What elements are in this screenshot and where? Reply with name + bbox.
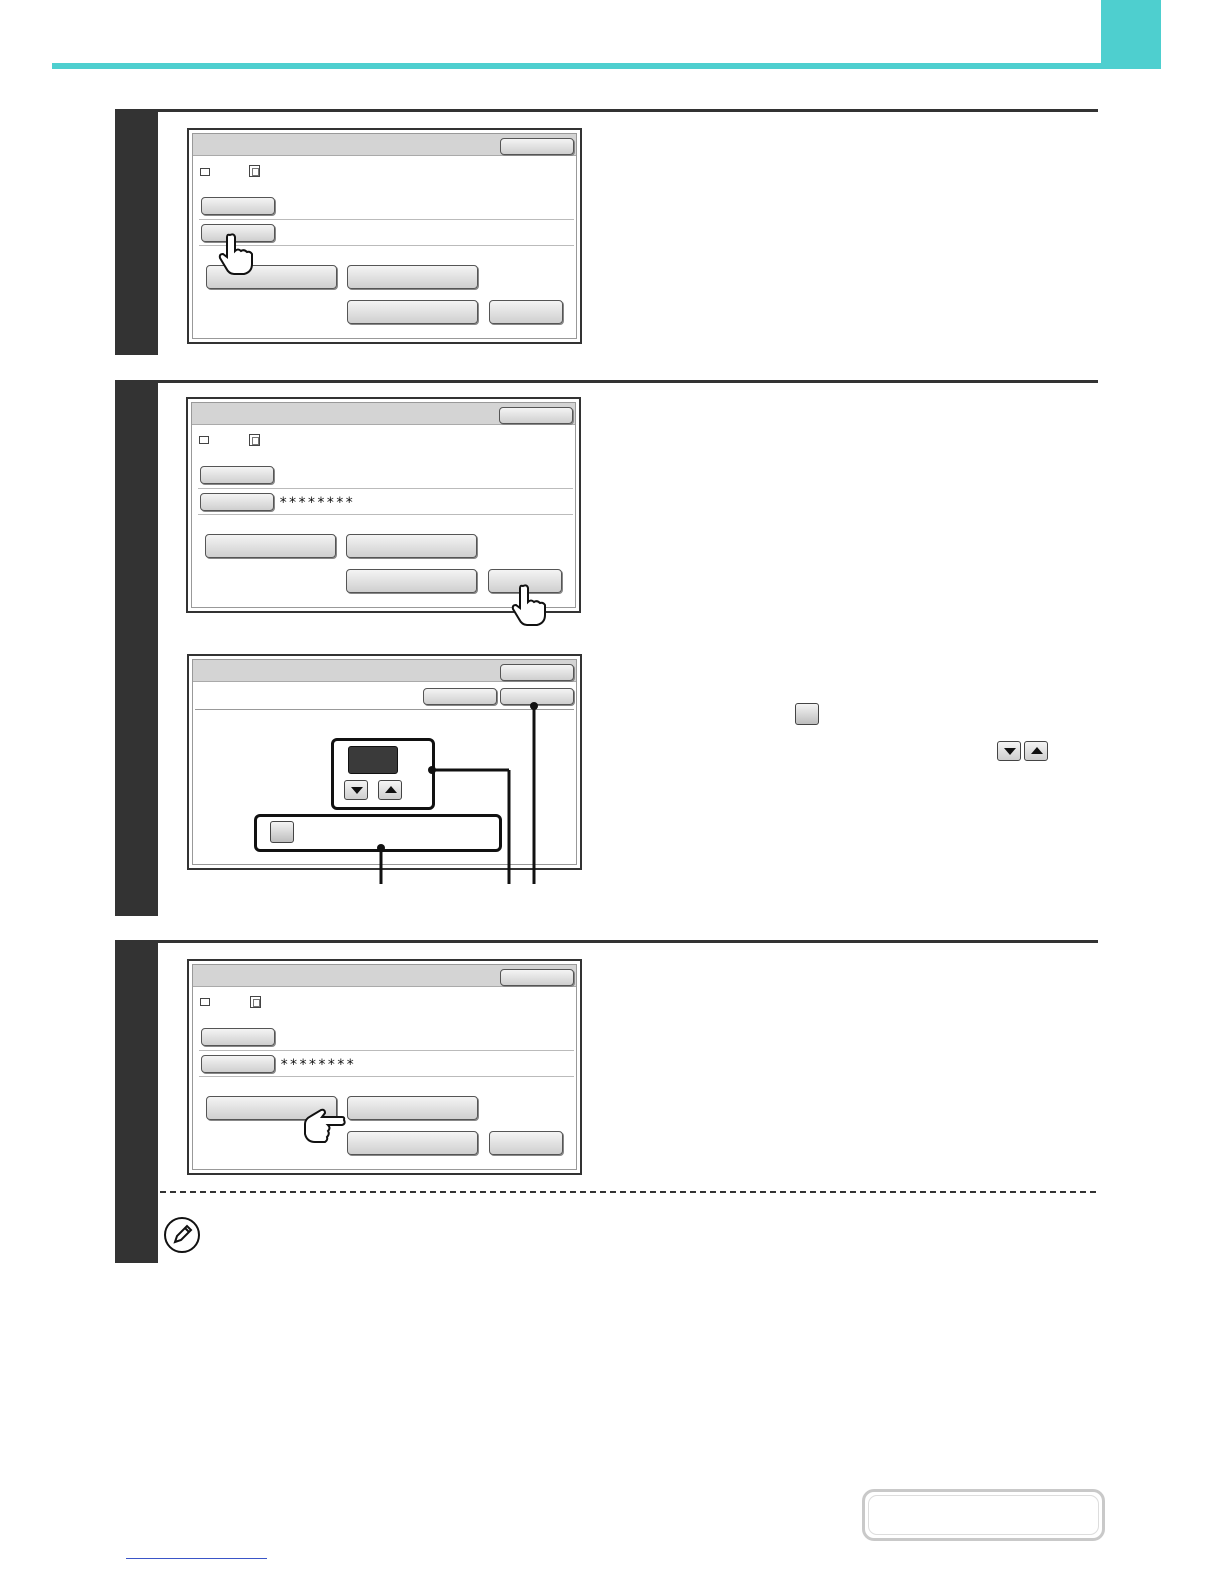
user-name-button[interactable] — [201, 197, 275, 215]
pencil-note-icon — [164, 1217, 200, 1253]
header-accent-line — [52, 63, 1161, 69]
contents-button[interactable] — [862, 1489, 1105, 1541]
step-2-rule — [115, 380, 1098, 383]
user-name-button[interactable] — [200, 466, 274, 484]
document-icon — [249, 434, 260, 446]
user-name-button[interactable] — [201, 1028, 275, 1046]
title-bar-button[interactable] — [499, 407, 573, 424]
folder-icon — [199, 436, 209, 444]
arrow-up-icon — [1024, 741, 1048, 761]
step-3-rule — [115, 940, 1098, 943]
action-button-3[interactable] — [346, 569, 477, 593]
note-divider — [160, 1191, 1096, 1193]
step-1-rule — [115, 109, 1098, 112]
action-button-1[interactable] — [205, 534, 336, 558]
step-2-bar — [115, 380, 158, 916]
title-bar-button[interactable] — [500, 664, 574, 681]
step-3-screen: ******** — [187, 959, 582, 1175]
action-button-4[interactable] — [489, 1131, 563, 1155]
masked-password: ******** — [280, 1057, 356, 1073]
password-button[interactable] — [201, 1055, 275, 1073]
checkbox-icon[interactable] — [270, 821, 294, 843]
hand-pointer-icon — [304, 1108, 346, 1143]
action-button-2[interactable] — [346, 534, 477, 558]
hand-pointer-icon — [218, 233, 253, 275]
step-3-bar — [115, 940, 158, 1263]
action-button-2[interactable] — [347, 1096, 478, 1120]
password-button[interactable] — [200, 493, 274, 511]
action-button-4[interactable] — [489, 300, 563, 324]
action-button-3[interactable] — [347, 300, 478, 324]
folder-icon — [200, 168, 210, 176]
checkbox-icon — [795, 703, 819, 725]
arrow-down-icon[interactable] — [344, 780, 368, 800]
document-icon — [250, 996, 261, 1008]
callout-leader-lines — [377, 702, 538, 884]
action-button-2[interactable] — [347, 265, 478, 289]
footer-link[interactable] — [126, 1558, 267, 1559]
masked-password: ******** — [279, 495, 355, 511]
title-bar-button[interactable] — [500, 138, 574, 155]
step-2-screen-a: ******** — [186, 397, 581, 613]
action-button-3[interactable] — [347, 1131, 478, 1155]
step-1-bar — [115, 109, 158, 355]
title-bar-button[interactable] — [500, 969, 574, 986]
arrow-down-icon — [997, 741, 1021, 761]
document-icon — [249, 165, 260, 177]
folder-icon — [200, 998, 210, 1006]
hand-pointer-icon — [511, 584, 546, 626]
header-accent-tab — [1101, 0, 1161, 69]
